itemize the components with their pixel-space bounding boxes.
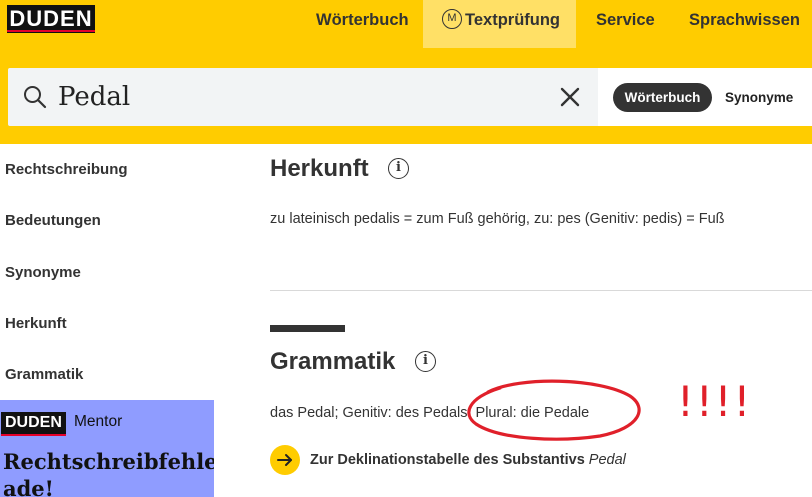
- sidebar-item-herkunft[interactable]: Herkunft: [5, 315, 67, 332]
- info-icon[interactable]: i: [415, 351, 436, 372]
- section-accent-bar: [270, 325, 345, 332]
- herkunft-heading: Herkunft: [270, 155, 369, 182]
- top-navigation: DUDEN Wörterbuch M Textprüfung Service Sp…: [0, 0, 812, 48]
- nav-textpruefung-label: Textprüfung: [465, 11, 561, 29]
- search-box[interactable]: [8, 68, 598, 126]
- grammatik-heading: Grammatik: [270, 348, 396, 375]
- clear-icon[interactable]: [559, 86, 581, 108]
- ad-brand-label: Mentor: [74, 413, 123, 430]
- search-input[interactable]: [58, 78, 538, 116]
- grammatik-text: das Pedal; Genitiv: des Pedals, Plural: …: [270, 405, 590, 421]
- arrow-right-glyph: [277, 454, 292, 466]
- declension-link-label: Zur Deklinationstabelle des Substantivs: [310, 452, 585, 468]
- nav-woerterbuch[interactable]: Wörterbuch: [316, 0, 409, 48]
- info-icon[interactable]: i: [388, 158, 409, 179]
- ad-duden-logo: DUDEN: [1, 412, 66, 436]
- sidebar-item-grammatik[interactable]: Grammatik: [5, 366, 83, 383]
- nav-service[interactable]: Service: [596, 0, 655, 48]
- logo-text: DUDEN: [7, 5, 95, 32]
- declension-link-word: Pedal: [588, 452, 626, 468]
- ad-headline: Rechtschreibfehler, ade!: [3, 448, 214, 497]
- mode-synonyme-button[interactable]: Synonyme: [725, 83, 793, 112]
- mentor-m-icon: M: [442, 8, 462, 29]
- search-mode-toggle: Wörterbuch Synonyme: [598, 68, 812, 126]
- declension-table-link[interactable]: Zur Deklinationstabelle des Substantivs …: [310, 452, 626, 468]
- duden-logo[interactable]: DUDEN: [7, 5, 95, 36]
- section-divider: [270, 290, 812, 291]
- ad-headline-line1: Rechtschreibfehler,: [3, 449, 214, 474]
- sidebar-item-synonyme[interactable]: Synonyme: [5, 264, 81, 281]
- duden-mentor-ad[interactable]: DUDEN Mentor Rechtschreibfehler, ade!: [0, 400, 214, 497]
- ad-headline-line2: ade!: [3, 476, 54, 497]
- search-icon[interactable]: [22, 84, 48, 110]
- sidebar-item-bedeutungen[interactable]: Bedeutungen: [5, 212, 101, 229]
- nav-textpruefung[interactable]: M Textprüfung: [423, 0, 576, 48]
- sidebar-item-rechtschreibung[interactable]: Rechtschreibung: [5, 161, 128, 178]
- arrow-right-icon[interactable]: [270, 445, 300, 475]
- nav-sprachwissen[interactable]: Sprachwissen: [689, 0, 800, 48]
- mode-woerterbuch-button[interactable]: Wörterbuch: [613, 83, 712, 112]
- herkunft-text: zu lateinisch pedalis = zum Fuß gehörig,…: [270, 211, 725, 227]
- annotation-exclamation-marks: !!!!: [677, 377, 753, 426]
- search-band: Wörterbuch Synonyme: [0, 48, 812, 144]
